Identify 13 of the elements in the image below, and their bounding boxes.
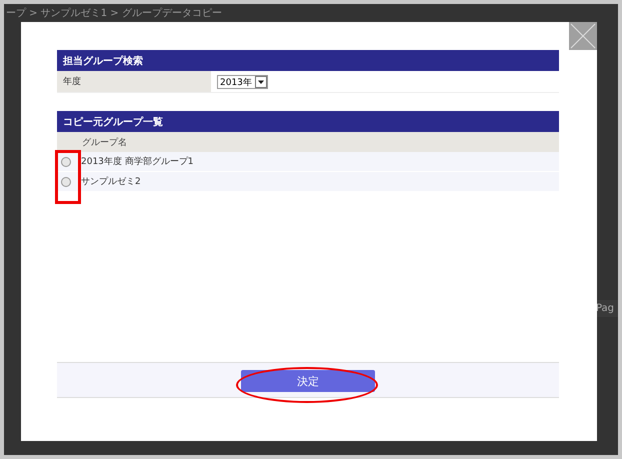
field-label: 年度 [57,71,211,92]
group-name: サンプルゼミ2 [81,175,141,188]
group-row[interactable]: サンプルゼミ2 [57,172,559,192]
column-header: グループ名 [57,132,559,152]
group-row[interactable]: 2013年度 商学部グループ1 [57,152,559,172]
group-name: 2013年度 商学部グループ1 [81,155,194,168]
breadcrumb: ープ > サンプルゼミ1 > グループデータコピー [5,6,223,21]
section-header: 担当グループ検索 [57,50,559,71]
close-icon[interactable] [569,22,597,50]
submit-button[interactable]: 決定 [241,370,375,392]
section-header: コピー元グループ一覧 [57,111,559,132]
year-select[interactable]: 2013年 [217,75,268,89]
caret-icon [254,76,267,88]
